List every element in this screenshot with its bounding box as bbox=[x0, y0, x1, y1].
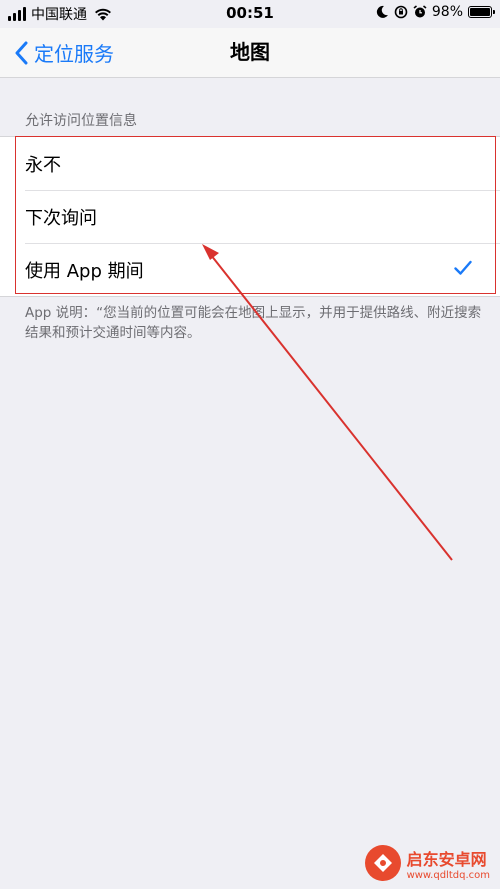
option-label: 使用 App 期间 bbox=[25, 260, 144, 282]
option-ask-next-time[interactable]: 下次询问 bbox=[0, 190, 500, 243]
watermark-name: 启东安卓网 bbox=[406, 849, 487, 869]
option-never[interactable]: 永不 bbox=[0, 137, 500, 190]
status-right: 98% bbox=[375, 4, 495, 20]
watermark-text: 启东安卓网 www.qdltdq.com bbox=[407, 846, 490, 881]
annotation-arrow bbox=[202, 244, 453, 561]
alarm-icon bbox=[413, 5, 427, 18]
status-bar: 中国联通 00:51 98% bbox=[0, 0, 500, 28]
watermark-logo-icon bbox=[364, 845, 401, 881]
option-label: 下次询问 bbox=[25, 207, 97, 229]
option-while-using-app[interactable]: 使用 App 期间 bbox=[0, 243, 500, 296]
page-title: 地图 bbox=[230, 40, 270, 64]
battery-percentage: 98% bbox=[431, 4, 463, 20]
option-label: 永不 bbox=[25, 154, 61, 176]
battery-icon bbox=[468, 6, 495, 18]
checkmark-icon bbox=[454, 260, 472, 275]
watermark-url: www.qdltdq.com bbox=[406, 869, 490, 881]
section-header: 允许访问位置信息 bbox=[25, 113, 137, 129]
rotation-lock-icon bbox=[394, 5, 408, 19]
moon-icon bbox=[376, 5, 388, 18]
watermark: 启东安卓网 www.qdltdq.com bbox=[364, 845, 490, 881]
location-access-options: 永不 下次询问 使用 App 期间 bbox=[0, 136, 500, 297]
navigation-bar: 定位服务 地图 bbox=[0, 28, 500, 78]
battery-fill bbox=[470, 8, 490, 16]
footer-note: App 说明：“您当前的位置可能会在地图上显示，并用于提供路线、附近搜索结果和预… bbox=[25, 305, 482, 341]
